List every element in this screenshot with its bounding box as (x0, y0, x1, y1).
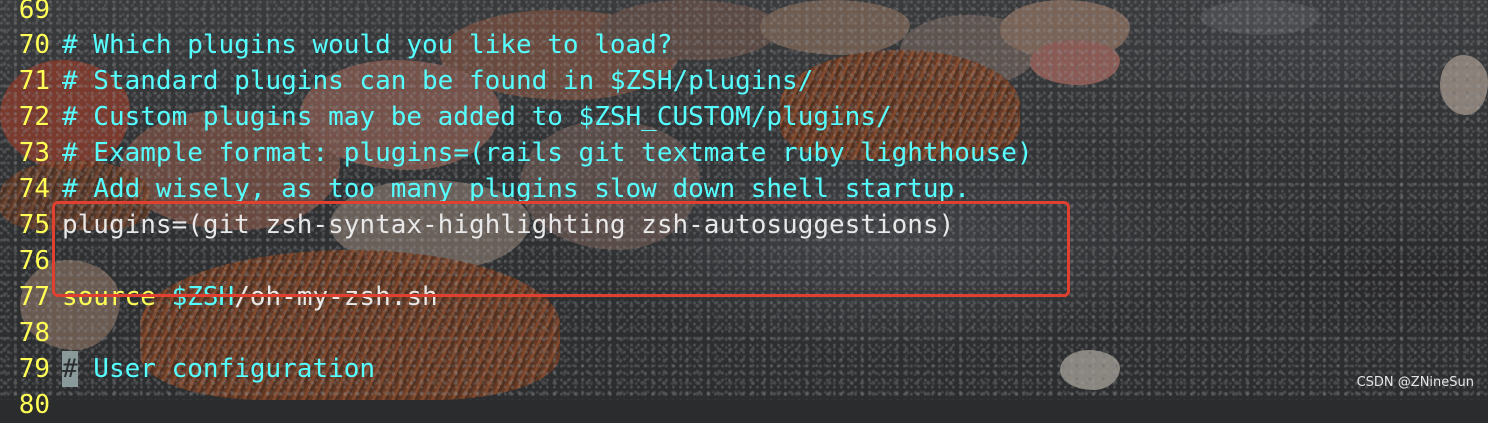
comment-text: # Example format: plugins=(rails git tex… (62, 138, 1033, 168)
code-line: 70 # Which plugins would you like to loa… (0, 27, 673, 63)
watermark: CSDN @ZNineSun (1356, 375, 1474, 390)
line-number: 80 (18, 390, 50, 420)
code-line: 73 # Example format: plugins=(rails git … (0, 135, 1033, 171)
code-line: 78 (0, 315, 62, 351)
line-number: 71 (18, 66, 50, 96)
code-line: 79 # User configuration (0, 351, 375, 387)
text-cursor: # (62, 351, 78, 387)
highlight-annotation-box (52, 201, 1070, 297)
code-line: 72 # Custom plugins may be added to $ZSH… (0, 99, 892, 135)
comment-text: # Which plugins would you like to load? (62, 30, 673, 60)
line-number: 74 (18, 174, 50, 204)
line-number: 70 (18, 30, 50, 60)
line-number: 73 (18, 138, 50, 168)
code-line: 69 (0, 0, 62, 28)
comment-text: # Custom plugins may be added to $ZSH_CU… (62, 102, 892, 132)
code-line: 71 # Standard plugins can be found in $Z… (0, 63, 814, 99)
line-number: 78 (18, 318, 50, 348)
line-number: 69 (18, 0, 50, 25)
line-number: 72 (18, 102, 50, 132)
code-line: 80 (0, 387, 62, 423)
comment-text: User configuration (77, 354, 376, 384)
comment-text: # Standard plugins can be found in $ZSH/… (62, 66, 814, 96)
vim-editor[interactable]: 69 70 # Which plugins would you like to … (0, 0, 1488, 420)
line-number: 79 (18, 354, 50, 384)
